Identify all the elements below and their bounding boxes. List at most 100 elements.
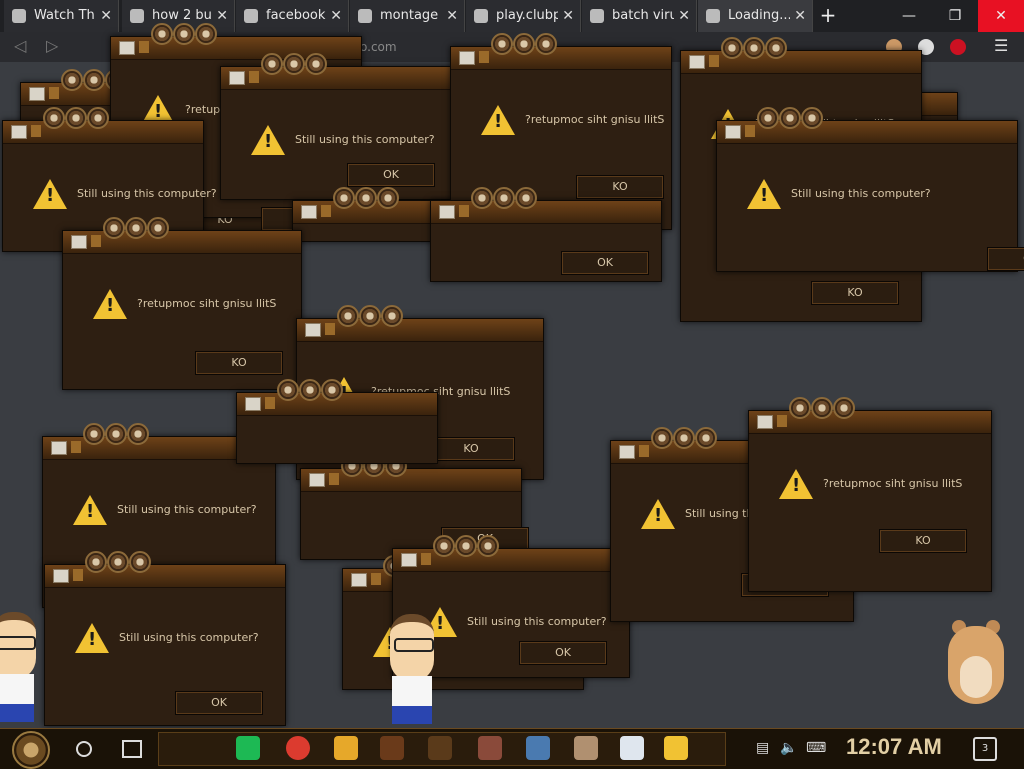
gear-icon bbox=[261, 53, 283, 75]
window-icon bbox=[309, 473, 325, 487]
forward-icon[interactable]: ▷ bbox=[46, 36, 58, 55]
ok-button[interactable]: OK bbox=[561, 251, 649, 275]
gear-icon bbox=[743, 37, 765, 59]
dialog-message: ?retupmoc siht gnisu llitS bbox=[137, 297, 277, 310]
ko-button[interactable]: KO bbox=[879, 529, 967, 553]
gear-icon bbox=[127, 423, 149, 445]
ko-button[interactable]: KO bbox=[195, 351, 283, 375]
thumbnail-icon[interactable] bbox=[428, 736, 452, 760]
gear-icon bbox=[151, 23, 173, 45]
spotify-icon[interactable] bbox=[236, 736, 260, 760]
still-using-dialog: Still using this computer? OK bbox=[716, 107, 1024, 272]
hank-character bbox=[384, 614, 442, 724]
close-window-button[interactable]: ✕ bbox=[978, 0, 1024, 32]
app-icon bbox=[459, 205, 469, 217]
address-bar[interactable]: o.com bbox=[360, 40, 397, 54]
gear-icon bbox=[359, 305, 381, 327]
photo-icon[interactable] bbox=[526, 736, 550, 760]
tab-6[interactable]: batch viru ✕ bbox=[582, 0, 697, 32]
app-icon bbox=[777, 415, 787, 427]
folder-icon[interactable] bbox=[334, 736, 358, 760]
gear-icon bbox=[833, 397, 855, 419]
gear-icon bbox=[83, 423, 105, 445]
gallery-icon[interactable] bbox=[380, 736, 404, 760]
tab-close-icon[interactable]: ✕ bbox=[216, 0, 228, 32]
app-icon bbox=[71, 441, 81, 453]
notifications-icon[interactable]: 3 bbox=[973, 737, 997, 761]
maximize-button[interactable]: ❐ bbox=[932, 0, 978, 32]
window-icon bbox=[53, 569, 69, 583]
gear-icon bbox=[757, 107, 779, 129]
tab-close-icon[interactable]: ✕ bbox=[446, 0, 458, 32]
warning-icon bbox=[747, 179, 781, 209]
tab-close-icon[interactable]: ✕ bbox=[678, 0, 690, 32]
tab-3[interactable]: facebook ✕ bbox=[236, 0, 349, 32]
tab-close-icon[interactable]: ✕ bbox=[330, 0, 342, 32]
chrome-icon[interactable] bbox=[286, 736, 310, 760]
back-icon[interactable]: ◁ bbox=[14, 36, 26, 55]
gear-icon bbox=[455, 535, 477, 557]
ok-button[interactable]: OK bbox=[347, 163, 435, 187]
still-using-dialog: Still using this computer? OK bbox=[44, 551, 286, 726]
tab-4[interactable]: montage p ✕ bbox=[350, 0, 465, 32]
ublock-icon[interactable] bbox=[950, 39, 966, 55]
gear-icon bbox=[513, 33, 535, 55]
ok-button[interactable]: OK bbox=[519, 641, 607, 665]
dialog-message: Still using this computer? bbox=[117, 503, 257, 516]
minimize-button[interactable]: — bbox=[886, 0, 932, 32]
tab-1[interactable]: Watch Th ✕ bbox=[4, 0, 119, 32]
tab-7[interactable]: Loading... ✕ bbox=[698, 0, 813, 32]
google-icon bbox=[244, 9, 258, 23]
start-button[interactable] bbox=[12, 731, 50, 769]
new-tab-button[interactable]: + bbox=[818, 0, 838, 32]
dancing-hamster bbox=[940, 606, 1010, 706]
gear-icon bbox=[65, 107, 87, 129]
window-icon bbox=[305, 323, 321, 337]
tv-icon bbox=[12, 9, 26, 23]
gear-icon bbox=[779, 107, 801, 129]
still-using-dialog: ?retupmoc siht gnisu llitS KO bbox=[62, 217, 302, 390]
tab-close-icon[interactable]: ✕ bbox=[794, 0, 806, 32]
tab-title: facebook bbox=[266, 8, 326, 23]
ok-button[interactable]: OK bbox=[175, 691, 263, 715]
window-icon bbox=[245, 397, 261, 411]
ko-button[interactable]: KO bbox=[811, 281, 899, 305]
still-using-dialog: Still using this computer? OK bbox=[220, 53, 454, 200]
gear-icon bbox=[125, 217, 147, 239]
tab-close-icon[interactable]: ✕ bbox=[562, 0, 574, 32]
warning-icon[interactable] bbox=[664, 736, 688, 760]
task-view-icon[interactable] bbox=[122, 740, 142, 758]
window-icon bbox=[619, 445, 635, 459]
warning-icon bbox=[779, 469, 813, 499]
app-icon bbox=[639, 445, 649, 457]
window-icon bbox=[301, 205, 317, 219]
volume-muted-icon[interactable]: 🔈 bbox=[780, 740, 797, 756]
ok-button[interactable]: OK bbox=[987, 247, 1024, 271]
keyboard-icon[interactable]: ⌨ bbox=[806, 740, 826, 756]
tab-title: Watch Th bbox=[34, 8, 95, 23]
gear-icon bbox=[299, 379, 321, 401]
app-icon bbox=[139, 41, 149, 53]
window-icon bbox=[119, 41, 135, 55]
app-icon bbox=[49, 87, 59, 99]
sheep-icon[interactable] bbox=[574, 736, 598, 760]
warning-icon bbox=[33, 179, 67, 209]
ko-button[interactable]: KO bbox=[576, 175, 664, 199]
cortana-icon[interactable] bbox=[76, 741, 92, 757]
gear-icon bbox=[695, 427, 717, 449]
tab-close-icon[interactable]: ✕ bbox=[100, 0, 112, 32]
tab-title: batch viru bbox=[612, 8, 674, 23]
dialog-message: Still using this computer? bbox=[295, 133, 435, 146]
warning-icon bbox=[481, 105, 515, 135]
game-icon[interactable] bbox=[478, 736, 502, 760]
window-icon bbox=[459, 51, 475, 65]
network-icon[interactable]: ▤ bbox=[756, 740, 769, 756]
tab-5[interactable]: play.clubp ✕ bbox=[466, 0, 581, 32]
gear-icon bbox=[321, 379, 343, 401]
menu-icon[interactable]: ☰ bbox=[994, 36, 1008, 55]
cloud-icon[interactable] bbox=[620, 736, 644, 760]
ko-button[interactable]: KO bbox=[427, 437, 515, 461]
warning-icon bbox=[73, 495, 107, 525]
warning-icon bbox=[75, 623, 109, 653]
taskbar-clock[interactable]: 12:07 AM bbox=[846, 734, 942, 760]
